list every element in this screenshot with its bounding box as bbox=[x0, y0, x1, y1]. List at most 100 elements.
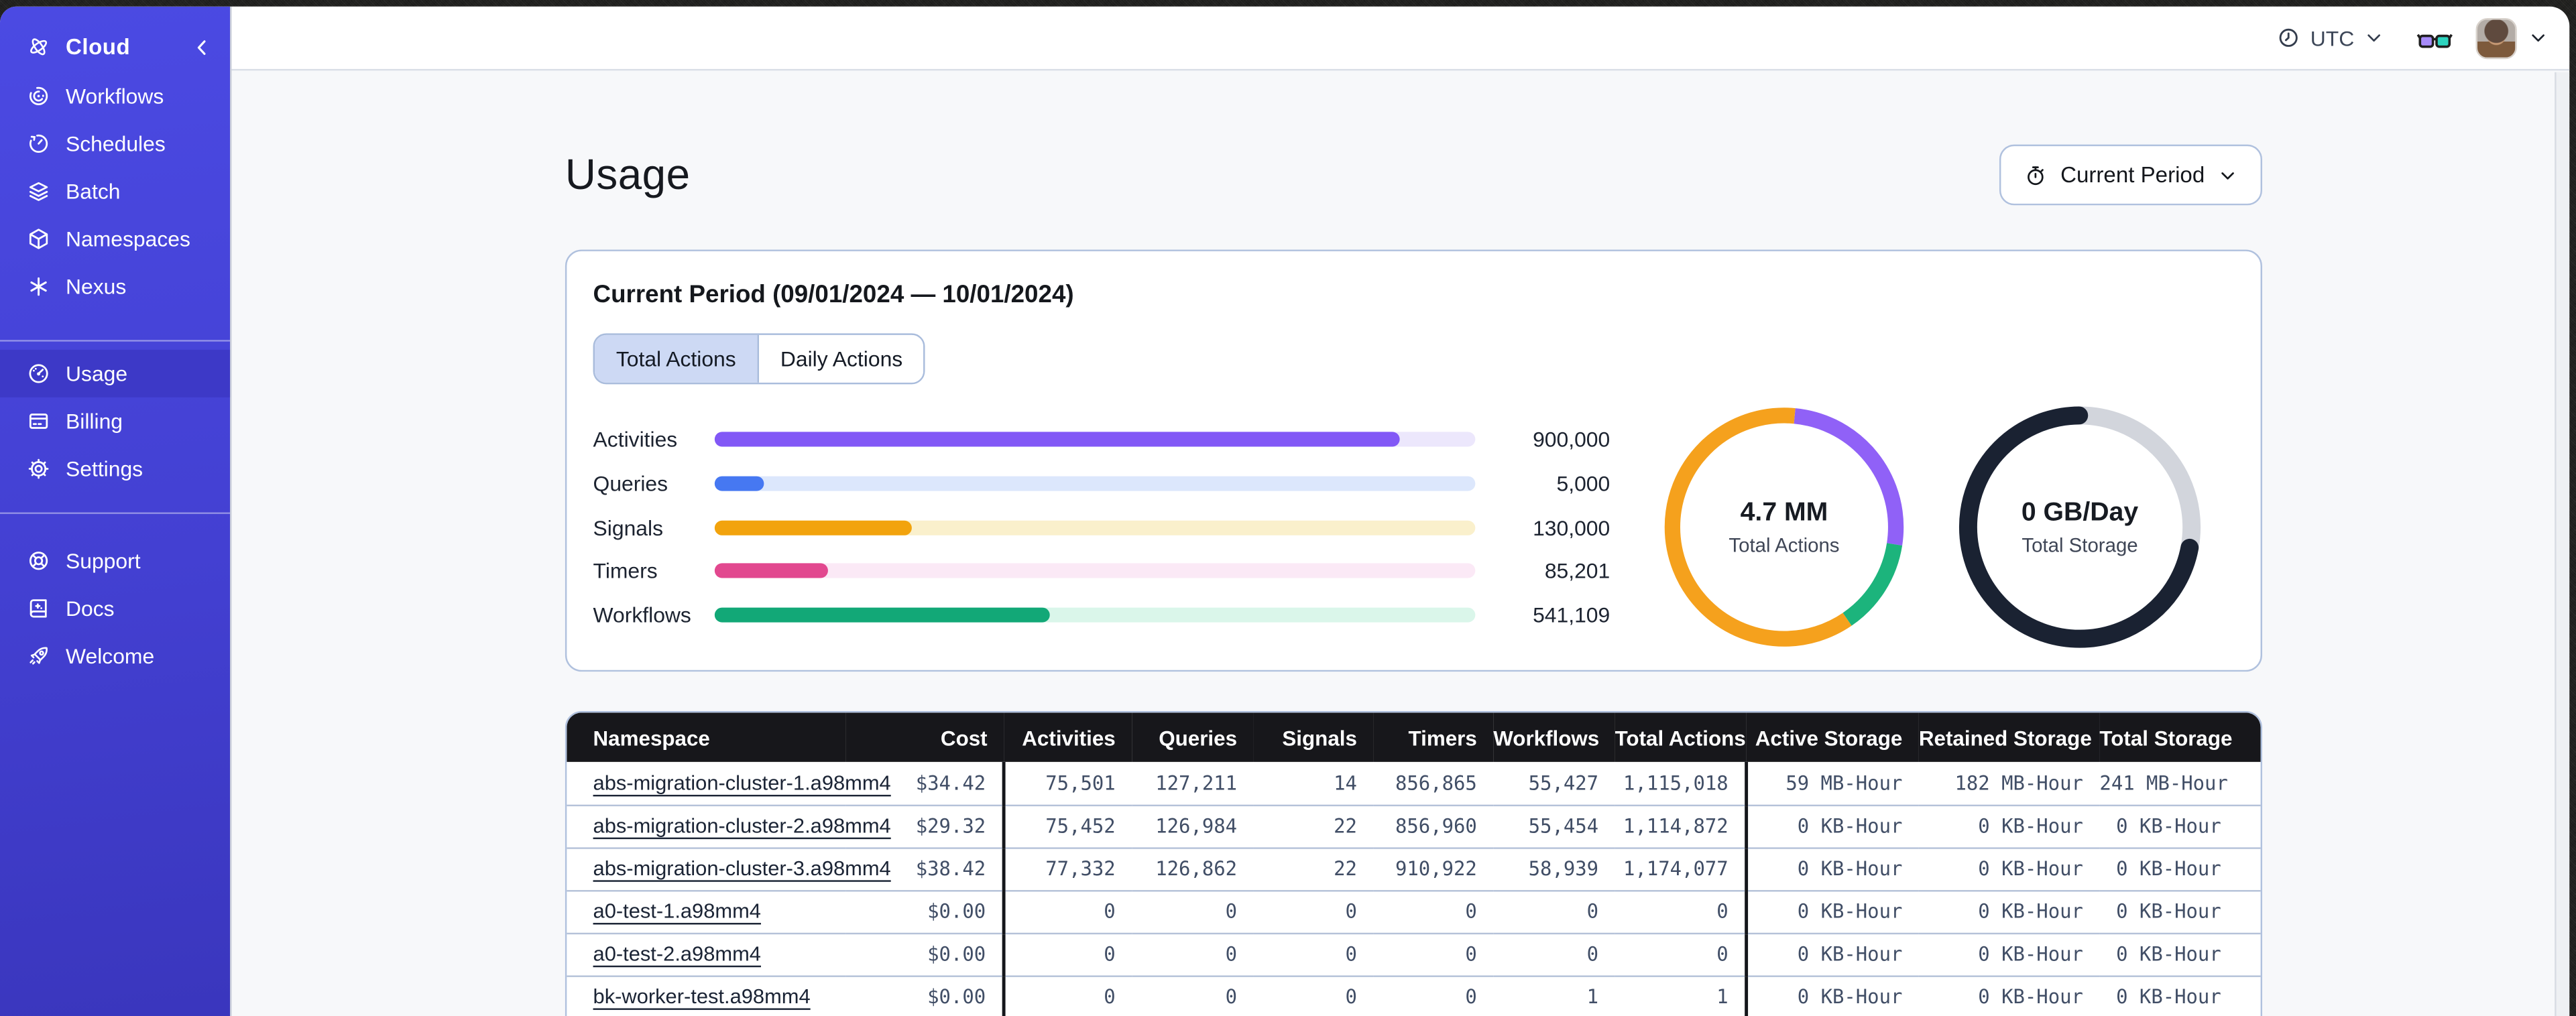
bar-label: Signals bbox=[593, 515, 664, 539]
stopwatch-icon bbox=[2024, 164, 2047, 186]
cell-workflows: 55,427 bbox=[1493, 761, 1615, 805]
table-row: a0-test-1.a98mm4 $0.00 0 0 0 0 0 0 0 KB-Hour 0 KB… bbox=[567, 889, 2261, 933]
desktop: Cloud Workflows Schedules Batch Namespac… bbox=[0, 0, 2576, 1016]
cell-activities: 0 bbox=[1002, 889, 1132, 933]
title-row: Usage Current Period bbox=[565, 144, 2263, 206]
bar-track bbox=[714, 476, 1476, 491]
column-header-namespace: Namespace bbox=[567, 712, 846, 762]
namespace-link[interactable]: abs-migration-cluster-2.a98mm4 bbox=[593, 814, 891, 837]
namespace-link[interactable]: bk-worker-test.a98mm4 bbox=[593, 986, 811, 1009]
cell-timers: 0 bbox=[1373, 932, 1494, 976]
usage-bar-row-queries: Queries 5,000 bbox=[593, 471, 1611, 496]
usage-charts: Activities 900,000 Queries 5,000 Signals… bbox=[567, 384, 2260, 670]
sidebar-item-batch[interactable]: Batch bbox=[0, 168, 230, 215]
bar-label: Workflows bbox=[593, 602, 691, 627]
bar-track bbox=[714, 432, 1476, 448]
bar-fill bbox=[714, 607, 1050, 622]
sidebar-item-settings[interactable]: Settings bbox=[0, 445, 230, 493]
bar-value: 900,000 bbox=[1533, 427, 1611, 452]
sidebar-item-workflows[interactable]: Workflows bbox=[0, 72, 230, 120]
cell-total-actions: 1 bbox=[1615, 974, 1747, 1016]
sidebar-divider bbox=[0, 340, 231, 342]
cell-cost: $0.00 bbox=[845, 974, 1004, 1016]
column-header-total-actions: Total Actions bbox=[1615, 712, 1747, 762]
cell-timers: 910,922 bbox=[1373, 846, 1494, 891]
settings-icon bbox=[26, 456, 51, 481]
bar-track bbox=[714, 519, 1476, 535]
cell-workflows: 1 bbox=[1493, 974, 1615, 1016]
sidebar-divider bbox=[0, 512, 231, 514]
topbar: UTC bbox=[231, 6, 2570, 71]
cell-activities: 75,452 bbox=[1002, 804, 1132, 848]
batch-icon bbox=[26, 179, 51, 204]
chevron-down-icon[interactable] bbox=[2528, 28, 2548, 48]
cell-signals: 0 bbox=[1253, 889, 1374, 933]
user-avatar[interactable] bbox=[2475, 17, 2517, 58]
timezone-selector[interactable]: UTC bbox=[2278, 25, 2384, 50]
cell-activities: 0 bbox=[1002, 974, 1132, 1016]
cell-namespace: abs-migration-cluster-2.a98mm4 bbox=[567, 804, 891, 848]
donut-center: 4.7 MM Total Actions bbox=[1663, 405, 1906, 649]
cell-retained-storage: 0 KB-Hour bbox=[1918, 889, 2100, 933]
column-header-cost: Cost bbox=[845, 712, 1004, 762]
table-header-row: Namespace Cost Activities Queries Signals Tim… bbox=[567, 712, 2261, 762]
column-header-active-storage: Active Storage bbox=[1746, 712, 1919, 762]
sidebar-item-docs[interactable]: Docs bbox=[0, 584, 230, 632]
bar-label: Activities bbox=[593, 427, 678, 452]
namespace-link[interactable]: abs-migration-cluster-3.a98mm4 bbox=[593, 857, 891, 880]
workflows-icon bbox=[26, 84, 51, 109]
billing-icon bbox=[26, 409, 51, 434]
sidebar-item-billing[interactable]: Billing bbox=[0, 397, 230, 445]
bar-fill bbox=[714, 563, 829, 578]
cell-namespace: abs-migration-cluster-1.a98mm4 bbox=[567, 761, 891, 805]
browser-window: Cloud Workflows Schedules Batch Namespac… bbox=[0, 6, 2570, 1016]
cell-total-storage: 0 KB-Hour bbox=[2099, 804, 2261, 848]
total-actions-donut: 4.7 MM Total Actions bbox=[1663, 405, 1906, 649]
sidebar-group-main: Workflows Schedules Batch Namespaces Nex… bbox=[0, 72, 230, 310]
tab-daily-actions[interactable]: Daily Actions bbox=[757, 334, 925, 383]
bar-value: 541,109 bbox=[1533, 602, 1611, 627]
cell-signals: 14 bbox=[1253, 761, 1374, 805]
tab-total-actions[interactable]: Total Actions bbox=[594, 334, 758, 383]
cell-workflows: 58,939 bbox=[1493, 846, 1615, 891]
table-row: abs-migration-cluster-1.a98mm4 $34.42 75,5… bbox=[567, 761, 2261, 805]
main-area: UTC Usage Current Period Current Period … bbox=[231, 6, 2570, 1016]
brand-label: Cloud bbox=[66, 34, 131, 60]
namespace-link[interactable]: abs-migration-cluster-1.a98mm4 bbox=[593, 771, 891, 794]
clock-icon bbox=[2278, 26, 2300, 49]
sidebar-item-welcome[interactable]: Welcome bbox=[0, 632, 230, 680]
cell-total-actions: 1,174,077 bbox=[1615, 846, 1747, 891]
reading-glasses-icon[interactable] bbox=[2416, 25, 2453, 50]
cell-active-storage: 0 KB-Hour bbox=[1745, 804, 1919, 848]
cell-timers: 856,865 bbox=[1373, 761, 1494, 805]
sidebar-item-usage[interactable]: Usage bbox=[0, 349, 231, 397]
period-selector-button[interactable]: Current Period bbox=[1999, 144, 2263, 206]
cell-workflows: 0 bbox=[1493, 889, 1615, 933]
column-header-total-storage: Total Storage bbox=[2099, 712, 2261, 762]
sidebar-item-support[interactable]: Support bbox=[0, 537, 230, 584]
cell-total-storage: 0 KB-Hour bbox=[2099, 974, 2261, 1016]
namespace-link[interactable]: a0-test-1.a98mm4 bbox=[593, 900, 761, 923]
docs-icon bbox=[26, 596, 51, 621]
total-storage-donut: 0 GB/Day Total Storage bbox=[1958, 405, 2202, 649]
cell-activities: 75,501 bbox=[1002, 761, 1132, 805]
column-header-queries: Queries bbox=[1132, 712, 1254, 762]
cell-total-actions: 0 bbox=[1615, 889, 1747, 933]
scrollbar[interactable] bbox=[2555, 72, 2570, 1016]
usage-bar-chart: Activities 900,000 Queries 5,000 Signals… bbox=[593, 428, 1611, 627]
bar-fill bbox=[714, 476, 764, 491]
cell-namespace: bk-worker-test.a98mm4 bbox=[567, 974, 846, 1016]
cell-total-actions: 1,115,018 bbox=[1615, 761, 1747, 805]
bar-label: Timers bbox=[593, 558, 658, 584]
sidebar-item-nexus[interactable]: Nexus bbox=[0, 263, 230, 310]
sidebar-item-namespaces[interactable]: Namespaces bbox=[0, 215, 230, 263]
sidebar-collapse-button[interactable] bbox=[190, 36, 213, 58]
donut-center: 0 GB/Day Total Storage bbox=[1958, 405, 2202, 649]
sidebar-item-schedules[interactable]: Schedules bbox=[0, 120, 230, 168]
cell-queries: 127,211 bbox=[1132, 761, 1254, 805]
cell-signals: 0 bbox=[1253, 932, 1374, 976]
cell-queries: 0 bbox=[1132, 974, 1254, 1016]
namespace-link[interactable]: a0-test-2.a98mm4 bbox=[593, 942, 761, 965]
cell-total-storage: 0 KB-Hour bbox=[2099, 932, 2261, 976]
nexus-icon bbox=[26, 274, 51, 299]
